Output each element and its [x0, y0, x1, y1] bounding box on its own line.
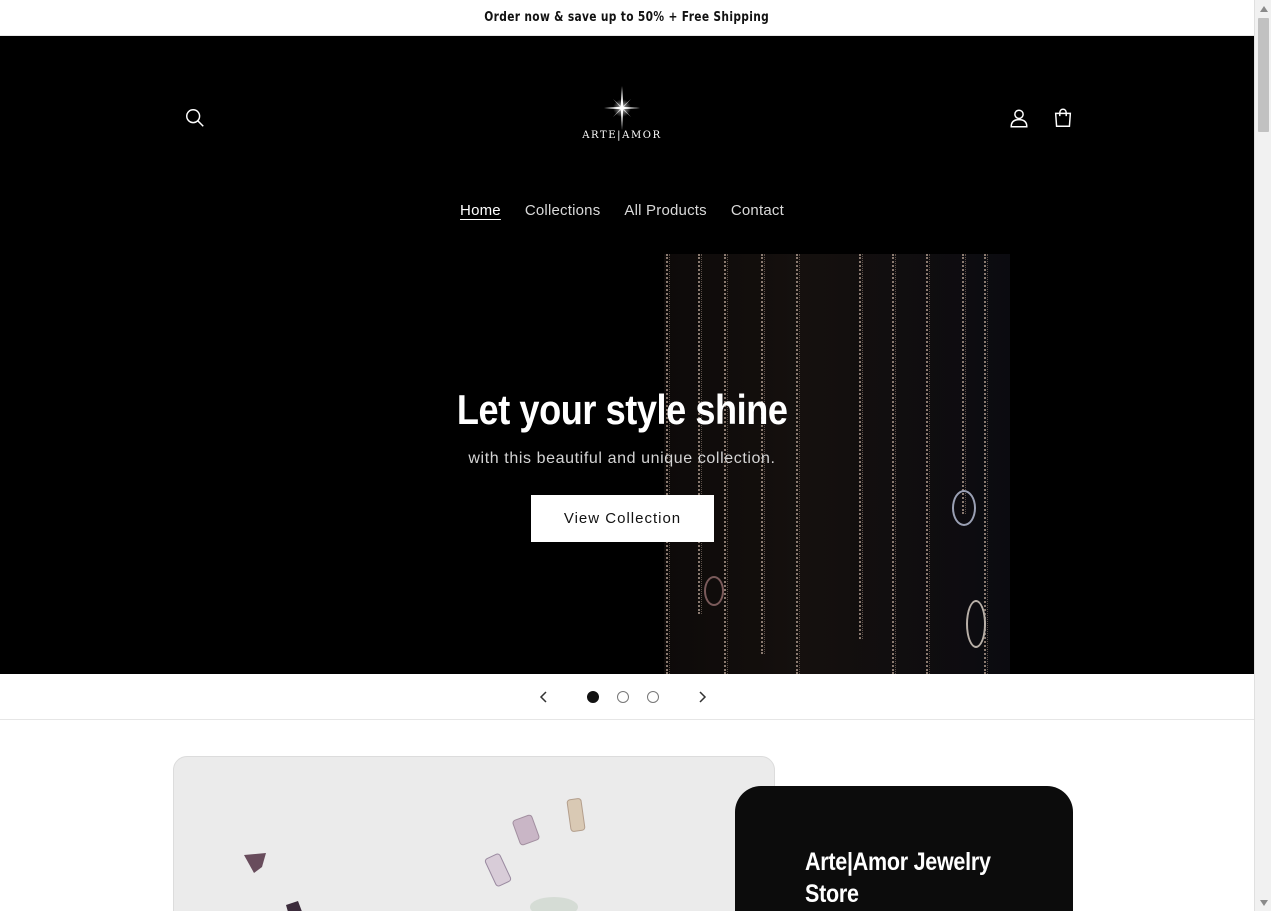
scroll-up-arrow-icon	[1259, 5, 1268, 12]
view-collection-button[interactable]: View Collection	[531, 495, 714, 542]
next-slide-button[interactable]	[692, 687, 712, 707]
nav-item-all-products[interactable]: All Products	[612, 196, 718, 225]
slide-dot-3[interactable]	[647, 691, 659, 703]
search-icon	[186, 109, 204, 127]
hero-subtitle: with this beautiful and unique collectio…	[468, 450, 776, 467]
slider-controls	[0, 674, 1254, 720]
nav-item-contact[interactable]: Contact	[719, 196, 796, 225]
feature-text-card: Arte|Amor Jewelry Store	[735, 786, 1073, 911]
announcement-bar: Order now & save up to 50% + Free Shippi…	[0, 0, 1254, 36]
search-button[interactable]	[175, 98, 215, 138]
site-header: ARTE|AMOR Home Collections All Products …	[0, 36, 1254, 254]
account-button[interactable]	[999, 98, 1039, 138]
feature-title-text: Arte|Amor Jewelry Store	[805, 848, 991, 908]
logo-text: ARTE|AMOR	[582, 130, 662, 141]
announcement-text: Order now & save up to 50% + Free Shippi…	[484, 10, 770, 25]
nav-item-home[interactable]: Home	[448, 196, 513, 225]
chevron-left-icon	[539, 691, 547, 703]
scrollbar-thumb[interactable]	[1258, 18, 1269, 132]
page: Order now & save up to 50% + Free Shippi…	[0, 0, 1254, 911]
scroll-down-arrow-icon	[1259, 899, 1268, 906]
feature-title: Arte|Amor Jewelry Store	[805, 846, 1045, 910]
main-nav: Home Collections All Products Contact	[0, 196, 1244, 225]
scroll-up-button[interactable]	[1255, 0, 1271, 17]
previous-slide-button[interactable]	[534, 687, 554, 707]
gemstones-image	[173, 756, 775, 911]
slide-dot-1[interactable]	[587, 691, 599, 703]
slide-dot-2[interactable]	[617, 691, 629, 703]
store-logo[interactable]: ARTE|AMOR	[572, 86, 672, 148]
hero-title-text: Let your style shine	[456, 386, 788, 433]
cart-icon	[1054, 108, 1072, 127]
hero-title: Let your style shine	[0, 386, 1244, 434]
chevron-right-icon	[699, 691, 707, 703]
nav-item-collections[interactable]: Collections	[513, 196, 613, 225]
page-scrollbar[interactable]	[1254, 0, 1271, 911]
scroll-down-button[interactable]	[1255, 894, 1271, 911]
star-logo-icon	[604, 86, 640, 130]
account-icon	[1010, 109, 1028, 128]
cart-button[interactable]	[1043, 98, 1083, 138]
gemstones-illustration	[244, 798, 586, 911]
